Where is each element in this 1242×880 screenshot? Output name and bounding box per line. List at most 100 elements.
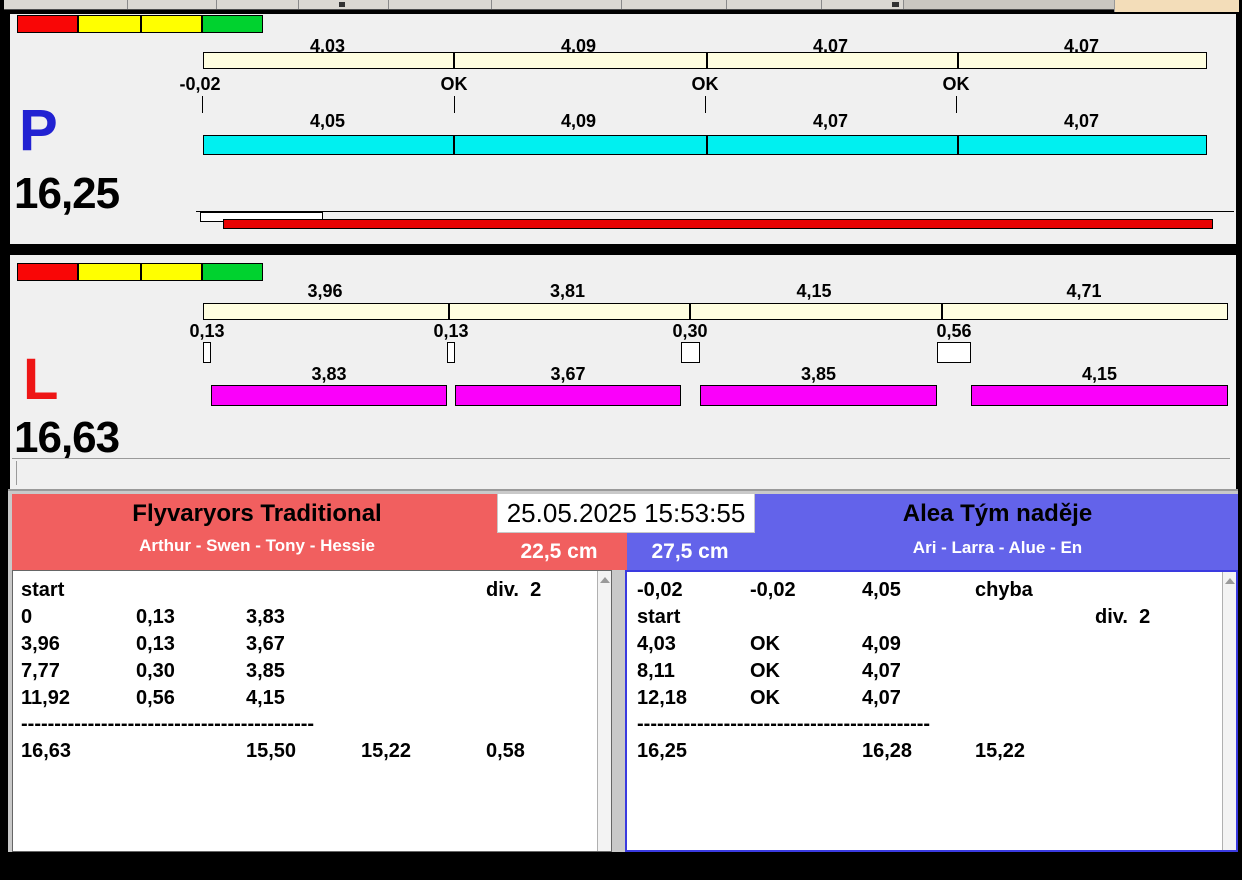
toolbar-fragment[interactable] bbox=[299, 0, 389, 9]
bar-tick bbox=[957, 136, 959, 154]
indicator-green-cell bbox=[202, 15, 263, 33]
segment-label: 4,05 bbox=[203, 111, 452, 132]
table-row: 12,18OK4,07 bbox=[627, 685, 1236, 712]
gap-box bbox=[937, 342, 971, 363]
table-separator: ----------------------------------------… bbox=[13, 712, 611, 736]
progress-baseline bbox=[196, 211, 1234, 212]
table-cell: 4,09 bbox=[862, 633, 975, 656]
segment-label: 4,15 bbox=[688, 281, 940, 302]
toolbar-fragment[interactable] bbox=[389, 0, 492, 9]
measured-bar-segment bbox=[700, 385, 937, 406]
toolbar-fragment[interactable] bbox=[822, 0, 904, 9]
toolbar-fragment[interactable] bbox=[217, 0, 299, 9]
status-indicator bbox=[17, 15, 263, 33]
table-cell: 0,56 bbox=[136, 687, 246, 710]
table-row: start div. 2 bbox=[13, 577, 611, 604]
left-table-scrollbar[interactable] bbox=[597, 571, 611, 851]
toolbar-fragment[interactable] bbox=[492, 0, 622, 9]
table-row: 7,770,303,85 bbox=[13, 658, 611, 685]
table-cell: 7,77 bbox=[21, 660, 136, 683]
segment-label: 3,83 bbox=[211, 364, 447, 385]
lane-l-panel: 3,96 3,81 4,15 4,71 0,13 0,13 0,30 0,56 … bbox=[8, 253, 1238, 491]
right-team-members: Ari - Larra - Alue - En bbox=[757, 538, 1238, 558]
bar-tick bbox=[453, 136, 455, 154]
table-row: 3,960,133,67 bbox=[13, 631, 611, 658]
table-cell: 4,05 bbox=[862, 579, 975, 602]
reference-bar bbox=[203, 52, 1207, 69]
toolbar-fragment[interactable] bbox=[128, 0, 217, 9]
indicator-red-cell bbox=[17, 15, 78, 33]
status-indicator bbox=[17, 263, 263, 281]
table-row: 00,133,83 bbox=[13, 604, 611, 631]
scroll-up-button[interactable] bbox=[1224, 575, 1235, 588]
table-row: -0,02-0,024,05chyba bbox=[627, 577, 1236, 604]
table-cell: 0 bbox=[21, 606, 136, 629]
lane-total: 16,63 bbox=[14, 416, 119, 460]
table-row: 4,03OK4,09 bbox=[627, 631, 1236, 658]
total-cell: 15,22 bbox=[975, 740, 1095, 763]
table-cell: 0,13 bbox=[136, 633, 246, 656]
gap-box bbox=[681, 342, 700, 363]
segment-label: 4,07 bbox=[705, 111, 956, 132]
table-cell: start bbox=[21, 579, 136, 602]
scroll-up-icon bbox=[1225, 578, 1235, 584]
total-cell: 16,25 bbox=[637, 740, 750, 763]
totals-row: 16,2516,2815,22 bbox=[627, 736, 1236, 766]
table-cell: OK bbox=[750, 660, 862, 683]
left-table-body: startdiv. 2 00,133,83 3,960,133,67 7,770… bbox=[13, 571, 611, 766]
mark-label: 0,13 bbox=[177, 321, 237, 342]
toolbar-fragment[interactable] bbox=[904, 0, 1114, 9]
segment-label: 4,07 bbox=[956, 111, 1207, 132]
table-cell: chyba bbox=[975, 579, 1095, 602]
lane-p-panel: 4,03 4,09 4,07 4,07 -0,02 OK OK OK 4,05 … bbox=[8, 12, 1238, 246]
total-cell: 15,50 bbox=[246, 740, 361, 763]
total-cell: 15,22 bbox=[361, 740, 486, 763]
left-results-table: startdiv. 2 00,133,83 3,960,133,67 7,770… bbox=[12, 570, 612, 852]
table-cell: 3,83 bbox=[246, 606, 361, 629]
table-cell: 3,96 bbox=[21, 633, 136, 656]
segment-label: 3,67 bbox=[455, 364, 681, 385]
table-cell: -0,02 bbox=[637, 579, 750, 602]
total-cell: 16,63 bbox=[21, 740, 136, 763]
left-team-members: Arthur - Swen - Tony - Hessie bbox=[12, 536, 502, 556]
measured-bar bbox=[203, 135, 1207, 155]
scroll-up-button[interactable] bbox=[599, 574, 610, 587]
left-team-name: Flyvaryors Traditional bbox=[12, 500, 502, 528]
table-cell: 12,18 bbox=[637, 687, 750, 710]
dropdown-arrow-icon bbox=[339, 2, 345, 7]
lane-divider-line bbox=[12, 458, 1230, 459]
gap-box bbox=[447, 342, 455, 363]
bar-tick bbox=[689, 304, 691, 319]
table-cell: 11,92 bbox=[21, 687, 136, 710]
mark-label: OK bbox=[424, 74, 484, 95]
left-team-size: 22,5 cm bbox=[508, 540, 610, 564]
totals-row: 16,6315,5015,220,58 bbox=[13, 736, 611, 766]
table-row: 8,11OK4,07 bbox=[627, 658, 1236, 685]
lane-divider-tick bbox=[16, 461, 17, 485]
segment-label: 4,15 bbox=[971, 364, 1228, 385]
indicator-green-cell bbox=[202, 263, 263, 281]
mark-label: OK bbox=[675, 74, 735, 95]
lane-letter: L bbox=[23, 351, 58, 409]
segment-label: 4,09 bbox=[452, 111, 705, 132]
toolbar-fragment[interactable] bbox=[622, 0, 727, 9]
toolbar-fragment[interactable] bbox=[4, 0, 128, 9]
table-cell: div. 2 bbox=[486, 579, 611, 602]
mark-label: 0,13 bbox=[421, 321, 481, 342]
mark-label: OK bbox=[926, 74, 986, 95]
segment-label: 3,81 bbox=[447, 281, 688, 302]
bar-tick bbox=[941, 304, 943, 319]
right-team-name: Alea Tým naděje bbox=[757, 500, 1238, 528]
indicator-red-cell bbox=[17, 263, 78, 281]
measured-bar-segment bbox=[211, 385, 447, 406]
toolbar-fragment[interactable] bbox=[727, 0, 822, 9]
table-cell: 3,67 bbox=[246, 633, 361, 656]
indicator-yellow-cell bbox=[141, 263, 202, 281]
indicator-yellow-cell bbox=[141, 15, 202, 33]
dropdown-arrow-icon bbox=[892, 2, 899, 7]
datetime-display: 25.05.2025 15:53:55 bbox=[497, 494, 755, 533]
right-table-scrollbar[interactable] bbox=[1222, 572, 1236, 850]
table-cell: 4,07 bbox=[862, 660, 975, 683]
toolbar-strip[interactable] bbox=[4, 0, 1114, 10]
mark-label: 0,56 bbox=[924, 321, 984, 342]
